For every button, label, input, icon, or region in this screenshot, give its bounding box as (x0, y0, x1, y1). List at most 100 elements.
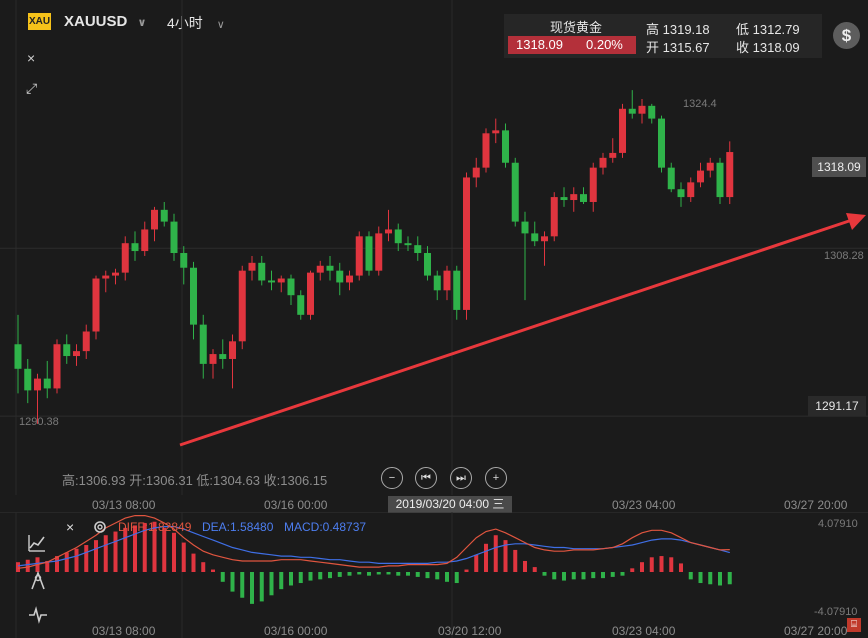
candle (609, 138, 617, 163)
candle (667, 162, 675, 193)
candle-body (160, 209, 168, 222)
prev-button[interactable]: ⏮ (415, 467, 437, 489)
macd-bar (347, 572, 352, 576)
candle (580, 187, 587, 204)
candle (92, 275, 100, 340)
candle-body (316, 265, 324, 273)
macd-bar (445, 572, 449, 582)
macd-bar (649, 557, 654, 572)
macd-axis-label: 03/13 08:00 (92, 624, 156, 638)
candle-body (190, 267, 197, 325)
zoom-out-button[interactable]: − (381, 467, 403, 489)
macd-bar (396, 572, 401, 576)
chart-grid (0, 0, 868, 495)
macd-bar (571, 572, 576, 580)
candle-body (112, 272, 119, 276)
macd-bar (16, 562, 20, 572)
candle-body (238, 270, 246, 342)
candle-body (433, 275, 441, 291)
candle-body (73, 351, 80, 357)
drawing-tool-icon[interactable] (29, 570, 47, 590)
candle-body (53, 344, 61, 389)
candle (424, 246, 431, 281)
macd-bar (659, 556, 664, 572)
macd-bar (484, 543, 488, 572)
macd-bar (513, 549, 518, 572)
zoom-in-button[interactable]: + (485, 467, 507, 489)
candle-body (219, 354, 227, 359)
screenshot-icon[interactable]: ⌸ (847, 618, 861, 632)
candlestick-chart[interactable] (0, 0, 868, 495)
macd-bar (698, 572, 703, 584)
macd-bar (688, 572, 693, 580)
candle-body (92, 278, 100, 332)
next-button[interactable]: ⏭ (450, 467, 472, 489)
macd-bar (191, 553, 196, 572)
candle (550, 192, 558, 242)
candle (716, 157, 724, 204)
candle (151, 206, 158, 242)
candle-body (375, 233, 383, 271)
macd-bar (610, 572, 615, 577)
candle (219, 339, 227, 369)
macd-bottom-value: -4.07910 (814, 606, 858, 618)
macd-bar (211, 569, 215, 572)
candle (570, 187, 578, 212)
macd-bar (454, 572, 459, 584)
candle-body (336, 270, 344, 283)
candle-body (297, 295, 305, 315)
macd-bar (435, 572, 440, 580)
candle (277, 275, 285, 293)
mid-level-label: 1308.28 (824, 250, 864, 262)
candle (463, 172, 470, 320)
candle (394, 223, 402, 252)
macd-bar (94, 540, 98, 572)
macd-bar (601, 572, 605, 579)
macd-bar (493, 535, 498, 572)
candle-body (706, 162, 714, 171)
candle-body (394, 229, 402, 244)
candle-body (268, 280, 275, 283)
candle-body (511, 162, 519, 222)
candle (170, 213, 178, 261)
candle-body (648, 105, 656, 119)
candle (190, 261, 197, 340)
candle-body (209, 354, 217, 364)
candle-body (307, 272, 314, 315)
gear-icon[interactable] (92, 519, 108, 535)
macd-bar (240, 572, 245, 598)
candle (375, 226, 383, 276)
candle (521, 211, 529, 301)
macd-bar (640, 562, 644, 572)
candle-body (63, 344, 71, 357)
macd-bar (591, 572, 596, 579)
macd-bar (230, 572, 235, 592)
macd-bar (727, 572, 732, 585)
candle (638, 98, 646, 124)
candle (628, 90, 636, 119)
candle (297, 290, 305, 320)
candle-body (531, 233, 539, 242)
indicator-icon[interactable] (28, 606, 48, 624)
close-icon[interactable]: × (66, 519, 74, 535)
candle-body (570, 194, 578, 201)
candle (73, 344, 80, 366)
macd-bar (74, 548, 79, 572)
candle (385, 209, 392, 242)
macd-bar (708, 572, 713, 585)
candle (121, 236, 129, 281)
candle (209, 349, 217, 379)
candle-body (248, 262, 256, 271)
low-marker-label: 1290.38 (19, 416, 59, 428)
candle (648, 103, 656, 124)
candle-body (502, 130, 509, 163)
x-axis-label: 03/16 00:00 (264, 498, 328, 512)
candle-body (609, 152, 617, 158)
current-price-tag: 1318.09 (812, 157, 866, 177)
candle (619, 103, 626, 158)
candle-body (677, 189, 685, 198)
candle (199, 314, 207, 379)
candle (43, 360, 51, 399)
chart-analysis-icon[interactable] (28, 534, 46, 552)
candle (238, 265, 246, 350)
